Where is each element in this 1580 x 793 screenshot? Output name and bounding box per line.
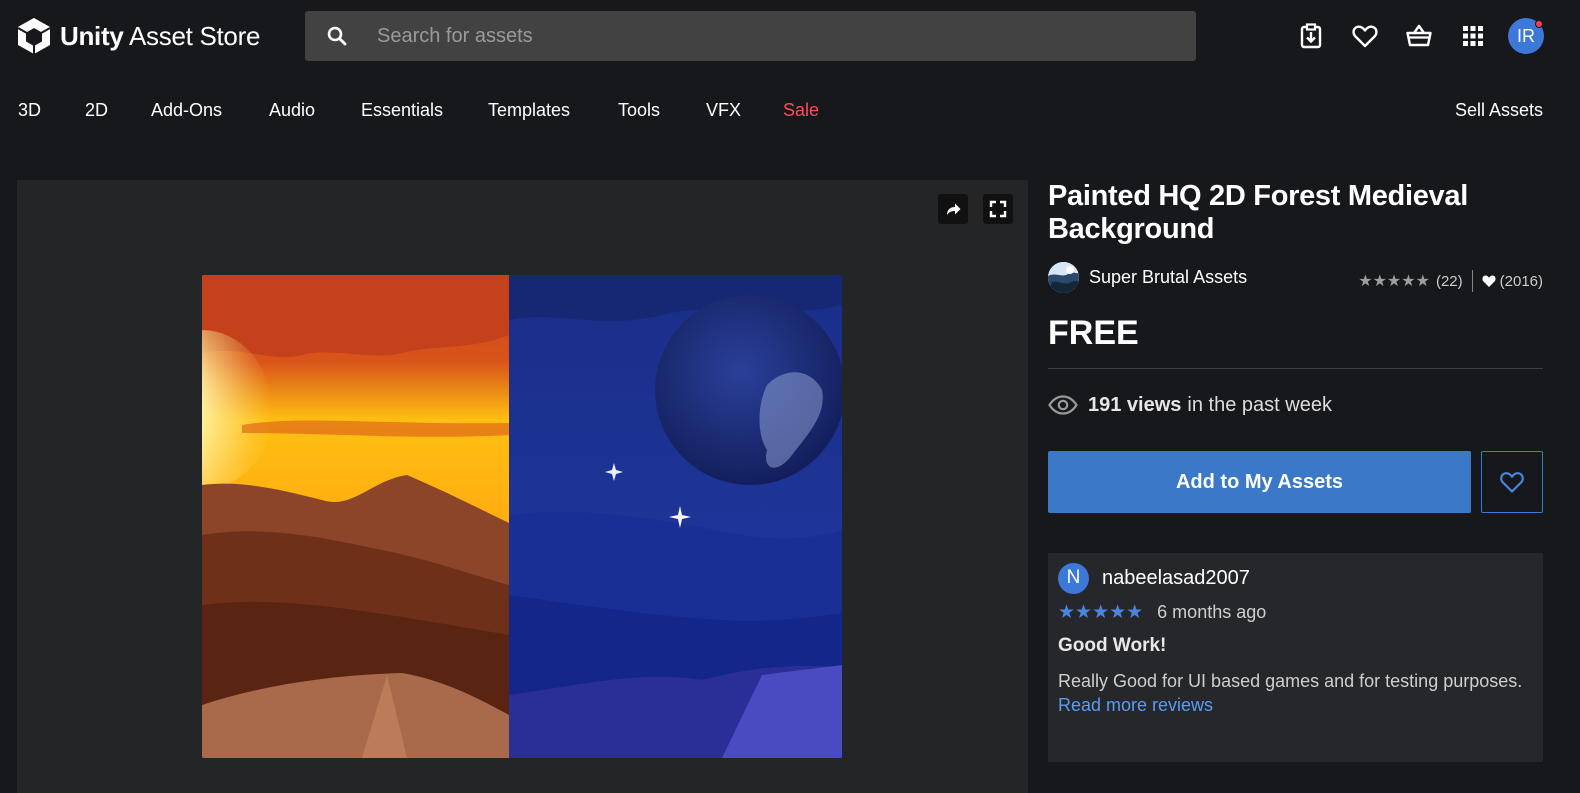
- nav-essentials[interactable]: Essentials: [361, 100, 443, 121]
- favorites-count: (2016): [1499, 272, 1543, 290]
- rating-count: (22): [1435, 272, 1463, 290]
- logo-text-bold: Unity: [60, 20, 124, 51]
- review-date: 6 months ago: [1157, 601, 1267, 622]
- nav-2d[interactable]: 2D: [85, 100, 108, 121]
- rating-stars: ★★★★★: [1358, 273, 1430, 290]
- reviewer-name: nabeelasad2007: [1102, 566, 1250, 589]
- search-input[interactable]: [377, 24, 1157, 48]
- apps-grid-icon[interactable]: [1455, 18, 1491, 54]
- nav-3d[interactable]: 3D: [18, 100, 41, 121]
- product-details-panel: Painted HQ 2D Forest Medieval Background…: [1048, 180, 1543, 762]
- nav-tools[interactable]: Tools: [618, 100, 660, 121]
- fullscreen-icon[interactable]: [983, 194, 1013, 224]
- read-more-reviews-link[interactable]: Read more reviews: [1058, 695, 1533, 716]
- hero-illustration: [202, 275, 842, 758]
- unity-cube-icon: [17, 18, 51, 54]
- share-icon[interactable]: [938, 194, 968, 224]
- cta-row: Add to My Assets: [1048, 451, 1543, 513]
- search-icon: [327, 26, 347, 46]
- nav-vfx[interactable]: VFX: [706, 100, 741, 121]
- unity-logo[interactable]: Unity Asset Store: [16, 16, 260, 56]
- user-avatar-initials: IR: [1517, 25, 1535, 46]
- heart-outline-icon: [1500, 472, 1524, 493]
- product-title: Painted HQ 2D Forest Medieval Background: [1048, 180, 1468, 245]
- review-body: Really Good for UI based games and for t…: [1058, 671, 1523, 691]
- wishlist-heart-icon[interactable]: [1347, 18, 1383, 54]
- product-hero-image[interactable]: [202, 275, 842, 758]
- views-stat: 191 views in the past week: [1048, 391, 1543, 419]
- add-to-my-assets-button[interactable]: Add to My Assets: [1048, 451, 1471, 513]
- nav-audio[interactable]: Audio: [269, 100, 315, 121]
- publisher-name[interactable]: Super Brutal Assets: [1089, 267, 1247, 288]
- views-suffix: in the past week: [1187, 393, 1332, 416]
- price: FREE: [1048, 314, 1139, 352]
- category-nav: 3D 2D Add-Ons Audio Essentials Templates…: [0, 90, 1580, 132]
- nav-add-ons[interactable]: Add-Ons: [151, 100, 222, 121]
- logo-text: Unity Asset Store: [60, 21, 260, 52]
- top-header: Unity Asset Store Search for assets IR: [0, 0, 1580, 72]
- views-count: 191 views: [1088, 393, 1182, 416]
- eye-icon: [1048, 395, 1078, 415]
- user-avatar-button[interactable]: IR: [1508, 18, 1544, 54]
- download-manager-icon[interactable]: [1293, 18, 1329, 54]
- notification-dot: [1535, 20, 1543, 28]
- favorites-heart-icon: [1482, 275, 1496, 287]
- divider: [1048, 368, 1543, 369]
- review-card: N nabeelasad2007 ★★★★★ 6 months ago Good…: [1048, 553, 1543, 762]
- search-bar[interactable]: [305, 11, 1196, 61]
- nav-sale[interactable]: Sale: [783, 100, 819, 121]
- review-title: Good Work!: [1058, 635, 1167, 656]
- rating-separator: [1471, 270, 1473, 292]
- publisher-avatar[interactable]: [1048, 262, 1079, 293]
- cart-basket-icon[interactable]: [1401, 18, 1437, 54]
- review-meta: ★★★★★ 6 months ago: [1058, 601, 1533, 623]
- media-gallery: [17, 180, 1028, 793]
- publisher-row: Super Brutal Assets ★★★★★ (22) (2016): [1048, 262, 1543, 296]
- favorite-button[interactable]: [1481, 451, 1543, 513]
- rating-summary[interactable]: ★★★★★ (22) (2016): [1358, 270, 1543, 292]
- review-stars: ★★★★★: [1058, 601, 1144, 623]
- logo-text-light: Asset Store: [129, 20, 261, 51]
- nav-templates[interactable]: Templates: [488, 100, 570, 121]
- sell-assets-link[interactable]: Sell Assets: [1455, 100, 1543, 121]
- reviewer-avatar: N: [1058, 562, 1089, 594]
- review-header: N nabeelasad2007: [1058, 562, 1533, 594]
